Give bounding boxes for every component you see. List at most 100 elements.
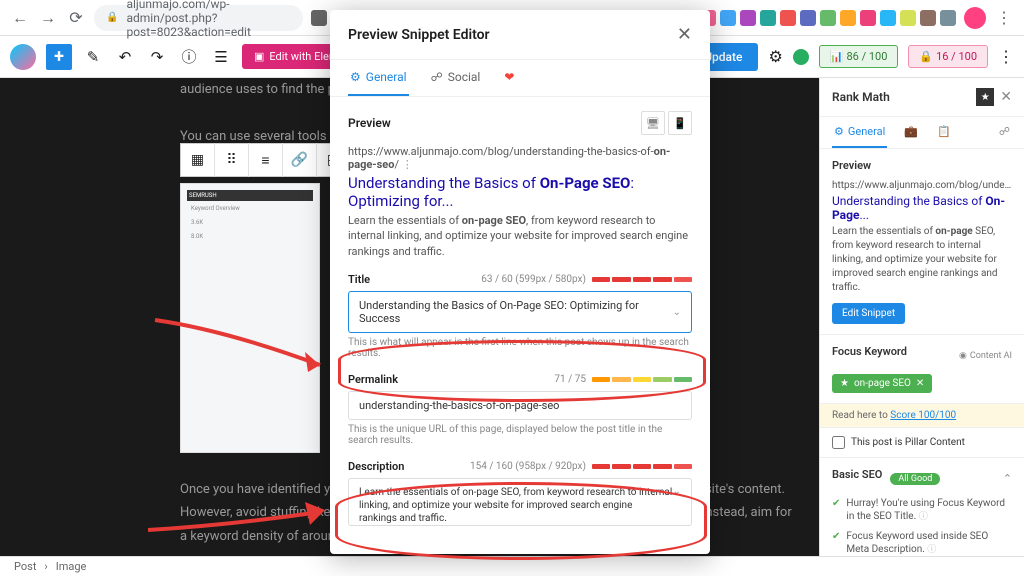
desktop-preview-button[interactable]: 🖥 — [641, 111, 665, 135]
link-icon[interactable]: 🔗 — [283, 143, 317, 177]
check-icon: ✔ — [832, 530, 840, 556]
share-icon: ☍ — [431, 70, 443, 84]
rankmath-sidebar: Rank Math ★ ✕ ⚙General 💼 📋 ☍ Preview htt… — [819, 78, 1024, 556]
serp-preview: https://www.aljunmajo.com/blog/understan… — [348, 145, 692, 259]
breadcrumb-post[interactable]: Post — [14, 560, 36, 573]
permalink-field-group: Permalink 71 / 75 understanding-the-basi… — [348, 373, 692, 446]
sidebar-preview-section: Preview https://www.aljunmajo.com/blog/u… — [820, 149, 1024, 334]
rankmath-score-2[interactable]: 🔒16 / 100 — [908, 45, 988, 68]
permalink-input[interactable]: understanding-the-basics-of-on-page-seo — [348, 391, 692, 420]
info-icon[interactable]: ⓘ — [919, 512, 928, 522]
sidebar-header: Rank Math ★ ✕ — [820, 78, 1024, 117]
chevron-down-icon[interactable]: ⌄ — [673, 307, 681, 318]
align-icon[interactable]: ≡ — [249, 143, 283, 177]
ext-icon[interactable] — [880, 10, 896, 26]
serp-url: https://www.aljunmajo.com/blog/understan… — [348, 145, 692, 171]
basic-seo-header[interactable]: Basic SEO All Good ⌃ — [832, 468, 1012, 489]
modal-title: Preview Snippet Editor — [348, 27, 490, 43]
options-icon[interactable]: ⋮ — [998, 47, 1014, 66]
title-input[interactable]: Understanding the Basics of On-Page SEO:… — [348, 291, 692, 333]
chevron-down-icon[interactable]: ⌄ — [673, 486, 681, 497]
preview-label: Preview — [348, 116, 391, 130]
description-label: Description — [348, 460, 404, 473]
ext-icon[interactable] — [940, 10, 956, 26]
score-help-link[interactable]: Read here to Score 100/100 — [820, 403, 1024, 428]
rankmath-score-1[interactable]: 📊86 / 100 — [819, 45, 899, 68]
title-label: Title — [348, 273, 370, 286]
site-logo[interactable] — [10, 44, 36, 70]
ext-icon[interactable] — [860, 10, 876, 26]
snippet-editor-modal: Preview Snippet Editor ✕ ⚙General ☍Socia… — [330, 10, 710, 554]
close-icon[interactable]: ✕ — [677, 24, 692, 45]
modal-tab-general[interactable]: ⚙General — [348, 60, 409, 96]
description-field-group: Description 154 / 160 (958px / 920px) Le… — [348, 460, 692, 526]
sidebar-serp-url: https://www.aljunmajo.com/blog/understan… — [832, 180, 1012, 191]
close-sidebar-icon[interactable]: ✕ — [1000, 89, 1012, 105]
semrush-screenshot[interactable]: SEMRUSH Keyword Overview3.6K8.0K — [180, 183, 320, 453]
sidebar-title: Rank Math — [832, 90, 890, 104]
permalink-label: Permalink — [348, 373, 398, 386]
pillar-checkbox[interactable]: This post is Pillar Content — [820, 428, 1024, 458]
description-count: 154 / 160 (958px / 920px) — [470, 461, 586, 472]
gear-icon: ⚙ — [834, 125, 844, 138]
serp-title: Understanding the Basics of On-Page SEO:… — [348, 174, 692, 210]
back-button[interactable]: ← — [10, 8, 30, 28]
keyword-pill[interactable]: ★on-page SEO✕ — [832, 374, 932, 393]
ext-icon[interactable] — [720, 10, 736, 26]
title-help: This is what will appear in the first li… — [348, 337, 692, 359]
title-progress — [592, 277, 692, 282]
sidebar-tab-advanced[interactable]: 💼 — [902, 117, 920, 148]
star-icon[interactable]: ★ — [976, 88, 994, 106]
sidebar-tab-social[interactable]: ☍ — [997, 117, 1012, 148]
yoast-indicator[interactable] — [793, 49, 809, 65]
redo-button[interactable]: ↷ — [146, 46, 168, 68]
ext-icon[interactable] — [800, 10, 816, 26]
forward-button[interactable]: → — [38, 8, 58, 28]
mobile-preview-button[interactable]: 📱 — [668, 111, 692, 135]
focus-keyword-label: Focus Keyword — [832, 345, 907, 358]
block-type-icon[interactable]: ▦ — [181, 143, 215, 177]
settings-icon[interactable]: ⚙ — [768, 47, 782, 66]
modal-tab-social[interactable]: ☍Social — [429, 60, 483, 96]
ext-icon[interactable] — [760, 10, 776, 26]
preview-label: Preview — [832, 159, 1012, 172]
ext-icon[interactable] — [900, 10, 916, 26]
drag-icon[interactable]: ⠿ — [215, 143, 249, 177]
sidebar-tabs: ⚙General 💼 📋 ☍ — [820, 117, 1024, 149]
basic-seo-section: Basic SEO All Good ⌃ ✔Hurray! You're usi… — [820, 458, 1024, 556]
description-input[interactable]: Learn the essentials of on-page SEO, fro… — [348, 478, 692, 526]
ext-icon[interactable] — [840, 10, 856, 26]
content-ai-badge[interactable]: ◉Content AI — [959, 351, 1012, 361]
info-icon[interactable]: ⓘ — [178, 46, 200, 68]
chevron-right-icon: › — [44, 560, 47, 573]
serp-description: Learn the essentials of on-page SEO, fro… — [348, 213, 692, 259]
url-bar[interactable]: 🔒 aljunmajo.com/wp-admin/post.php?post=8… — [94, 5, 303, 31]
edit-snippet-button[interactable]: Edit Snippet — [832, 303, 905, 324]
reload-button[interactable]: ⟳ — [66, 8, 86, 28]
check-item: ✔Focus Keyword used inside SEO Meta Desc… — [832, 530, 1012, 556]
ext-icon[interactable] — [820, 10, 836, 26]
pillar-checkbox-input[interactable] — [832, 436, 845, 449]
info-icon[interactable]: ⓘ — [927, 545, 936, 555]
ext-icon[interactable] — [780, 10, 796, 26]
title-field-group: Title 63 / 60 (599px / 580px) Understand… — [348, 273, 692, 359]
description-progress — [592, 464, 692, 469]
modal-header: Preview Snippet Editor ✕ — [330, 10, 710, 60]
profile-avatar[interactable] — [964, 7, 986, 29]
sidebar-tab-schema[interactable]: 📋 — [935, 117, 953, 148]
edit-icon[interactable]: ✎ — [82, 46, 104, 68]
add-block-button[interactable]: + — [46, 44, 72, 70]
undo-button[interactable]: ↶ — [114, 46, 136, 68]
modal-tab-favorite[interactable]: ❤ — [502, 60, 516, 96]
modal-tabs: ⚙General ☍Social ❤ — [330, 60, 710, 97]
breadcrumb-image[interactable]: Image — [56, 560, 87, 573]
ext-icon[interactable] — [920, 10, 936, 26]
elementor-icon: ▣ — [254, 50, 264, 63]
ext-icon[interactable] — [740, 10, 756, 26]
sidebar-tab-general[interactable]: ⚙General — [832, 117, 887, 148]
menu-button[interactable]: ⋮ — [994, 8, 1014, 28]
remove-keyword-icon[interactable]: ✕ — [916, 378, 924, 389]
ext-icon[interactable] — [311, 10, 327, 26]
list-view-icon[interactable]: ☰ — [210, 46, 232, 68]
modal-body: Preview 🖥 📱 https://www.aljunmajo.com/bl… — [330, 97, 710, 554]
